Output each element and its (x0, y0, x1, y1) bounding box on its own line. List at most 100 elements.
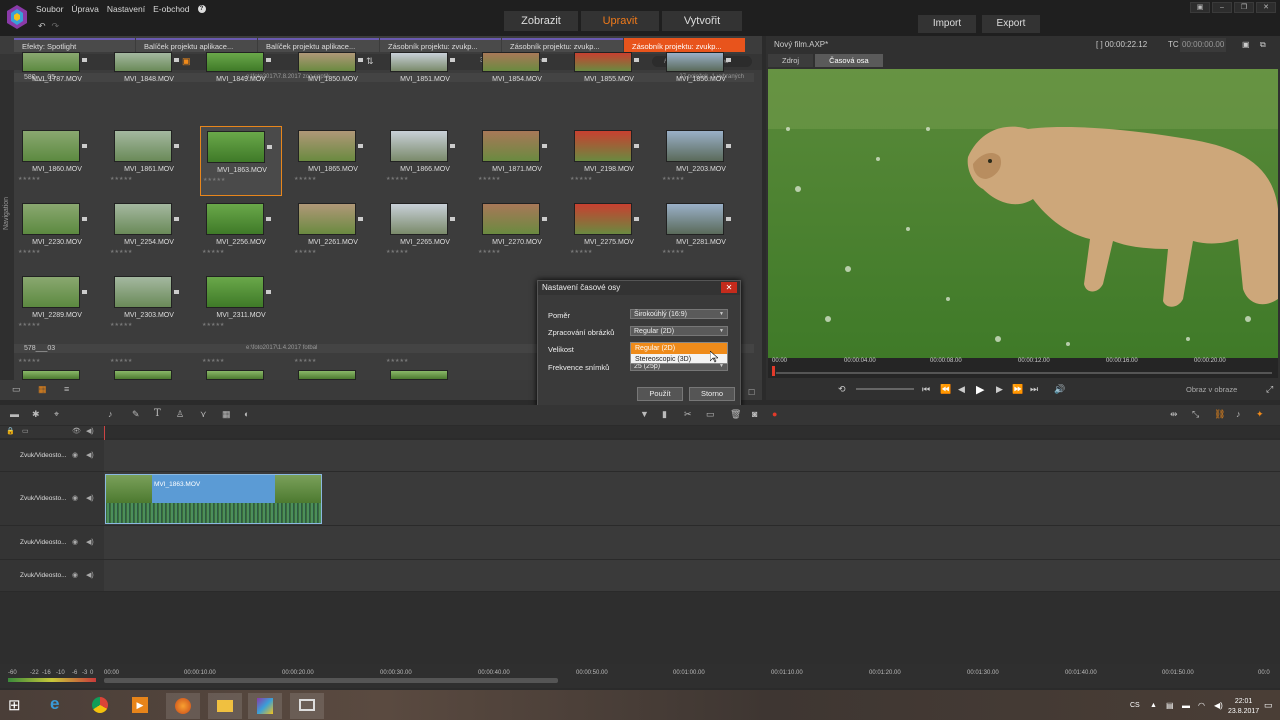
timeline-scrollbar[interactable] (104, 678, 558, 683)
clip-rating[interactable]: ★★★★★ (18, 358, 40, 364)
cancel-button[interactable]: Storno (689, 387, 735, 401)
undo-icon[interactable]: ↶ (38, 21, 46, 32)
image-mode-select[interactable]: Obraz v obraze (1186, 385, 1237, 394)
speaker-icon[interactable]: ◀) (86, 451, 94, 459)
timeline-ruler[interactable] (104, 426, 1280, 666)
tray-chevron-icon[interactable]: ▲ (1150, 702, 1157, 709)
clip-rating[interactable]: ★★★★★ (570, 176, 592, 182)
timeline-empty-area[interactable] (0, 592, 1280, 664)
detach-icon[interactable]: ⧉ (1260, 38, 1266, 52)
preview-ruler[interactable]: 00:00 00:00:04.00 00:00:08.00 00:00:12.0… (768, 358, 1278, 378)
track-2[interactable]: Zvuk/Videosto... ◉ ◀) MVI_1863.MOV (0, 472, 1280, 526)
clip-item[interactable]: MVI_2265.MOV ★★★★★ (384, 199, 466, 269)
timeline-clip[interactable]: MVI_1863.MOV (105, 474, 322, 524)
panel-toggle-icon[interactable]: ☐ (748, 388, 755, 397)
menu-edit[interactable]: Úprava (71, 4, 98, 14)
more-tools-icon[interactable]: ✦ (1256, 409, 1264, 420)
clip-item[interactable]: MVI_1866.MOV ★★★★★ (384, 126, 466, 196)
clip-rating[interactable]: ★★★★★ (386, 249, 408, 255)
storyboard-icon[interactable]: ▭ (12, 384, 21, 395)
taskbar-recorder[interactable] (290, 693, 324, 719)
clip-rating[interactable]: ★★★★★ (202, 358, 224, 364)
mode-dvd-button[interactable]: Vytvořit DVD (662, 11, 742, 47)
montage-icon[interactable]: ▦ (222, 409, 231, 420)
menu-settings[interactable]: Nastavení (107, 4, 145, 14)
magnet-icon[interactable]: ⇹ (1170, 409, 1178, 420)
maximize-button[interactable]: ❐ (1234, 2, 1254, 13)
start-icon[interactable]: ⊞ (8, 696, 21, 714)
track-view-icon[interactable]: ▭ (22, 427, 29, 435)
clip-item[interactable]: MVI_1861.MOV ★★★★★ (108, 126, 190, 196)
clip-item[interactable]: MVI_1854.MOV★★★★★ (476, 52, 558, 94)
import-button[interactable]: Import (918, 15, 976, 33)
clip-thumbnail-partial[interactable] (298, 370, 356, 380)
speaker-icon[interactable]: ◀) (86, 494, 94, 502)
clip-rating[interactable]: ★★★★★ (386, 176, 408, 182)
eye-icon[interactable]: 👁 (72, 427, 81, 435)
next-frame-icon[interactable]: ▶ (996, 384, 1003, 395)
clip-rating[interactable]: ★★★★★ (570, 249, 592, 255)
clip-item[interactable]: MVI_1849.MOV★★★★★ (200, 52, 282, 94)
tab-project-package-2[interactable]: Balíček projektu aplikace... (258, 38, 379, 52)
clip-rating[interactable]: ★★★★★ (202, 249, 224, 255)
ratio-select[interactable]: Širokoúhlý (16:9) ▼ (630, 309, 728, 319)
marker-icon[interactable]: ▼ (640, 409, 649, 419)
marker-tool-icon[interactable]: ✎ (132, 409, 140, 420)
bookmark-icon[interactable]: ▮ (662, 409, 667, 420)
clip-item[interactable]: MVI_2281.MOV ★★★★★ (660, 199, 742, 269)
clip-item[interactable]: MVI_1863.MOV ★★★★★ (200, 126, 282, 196)
effect-icon[interactable]: ✂ (684, 409, 692, 420)
title-tool-icon[interactable]: T (154, 408, 161, 419)
link-icon[interactable]: ⛓ (1214, 409, 1225, 420)
menu-file[interactable]: Soubor (36, 4, 63, 14)
tab-project-bin-3[interactable]: Zásobník projektu: zvukp... (624, 38, 745, 52)
step-forward-icon[interactable]: ⏩ (1012, 384, 1023, 395)
clip-rating[interactable]: ★★★★★ (18, 249, 40, 255)
clip-item[interactable]: MVI_1855.MOV★★★★★ (568, 52, 650, 94)
notification-icon[interactable]: ▭ (1264, 700, 1273, 711)
track-4[interactable]: Zvuk/Videosto... ◉ ◀) (0, 560, 1280, 592)
clip-item[interactable]: MVI_2261.MOV ★★★★★ (292, 199, 374, 269)
clip-thumbnail-partial[interactable] (22, 370, 80, 380)
clip-rating[interactable]: ★★★★★ (110, 176, 132, 182)
menu-eshop[interactable]: E-obchod (153, 4, 189, 14)
clip-thumbnail-partial[interactable] (206, 370, 264, 380)
prev-frame-icon[interactable]: ◀ (958, 384, 965, 395)
language-indicator[interactable]: CS (1130, 702, 1140, 709)
clip-rating[interactable]: ★★★★★ (294, 358, 316, 364)
clip-rating[interactable]: ★★★★★ (110, 249, 132, 255)
color-icon[interactable]: ◐ (244, 409, 249, 419)
power-icon[interactable]: ▬ (1182, 701, 1190, 710)
clip-rating[interactable]: ★★★★★ (18, 176, 40, 182)
loop-icon[interactable]: ⟲ (838, 384, 846, 395)
storyboard-toggle-icon[interactable]: ▬ (10, 409, 19, 419)
clip-rating[interactable]: ★★★★★ (294, 176, 316, 182)
scrub-track[interactable] (776, 372, 1272, 374)
lock-icon[interactable]: 🔒 (6, 427, 15, 435)
clip-rating[interactable]: ★★★★★ (386, 358, 408, 364)
taskbar-clock[interactable]: 22:01 23.8.2017 (1228, 697, 1259, 717)
ie-icon[interactable]: e (50, 694, 59, 714)
close-button[interactable]: ✕ (1256, 2, 1276, 13)
taskbar-pinnacle[interactable] (248, 693, 282, 719)
taskbar-explorer[interactable] (208, 693, 242, 719)
taskbar-firefox[interactable] (166, 693, 200, 719)
track-3[interactable]: Zvuk/Videosto... ◉ ◀) (0, 526, 1280, 560)
clip-item[interactable]: MVI_2311.MOV ★★★★★ (200, 272, 282, 342)
cart-icon[interactable]: ▣ (1190, 2, 1210, 13)
clip-item[interactable]: MVI_2275.MOV ★★★★★ (568, 199, 650, 269)
transition-icon[interactable]: ⋎ (200, 409, 207, 420)
tab-project-package-1[interactable]: Balíček projektu aplikace... (136, 38, 257, 52)
clip-item[interactable]: MVI_2303.MOV ★★★★★ (108, 272, 190, 342)
shuttle-slider[interactable] (856, 388, 914, 390)
clip-item[interactable]: MVI_1787.MOV★★★★★ (16, 52, 98, 94)
play-icon[interactable]: ▶ (976, 383, 984, 396)
clip-item[interactable]: MVI_2203.MOV ★★★★★ (660, 126, 742, 196)
network-icon[interactable]: ▤ (1166, 701, 1174, 710)
clip-item[interactable]: MVI_2256.MOV ★★★★★ (200, 199, 282, 269)
camera-icon[interactable]: ◙ (752, 409, 757, 419)
speaker-icon[interactable]: ◀) (86, 571, 94, 579)
fullscreen-icon[interactable]: ▣ (1242, 38, 1250, 52)
clip-rating[interactable]: ★★★★★ (294, 249, 316, 255)
grid-view-icon[interactable]: ▦ (38, 384, 47, 395)
